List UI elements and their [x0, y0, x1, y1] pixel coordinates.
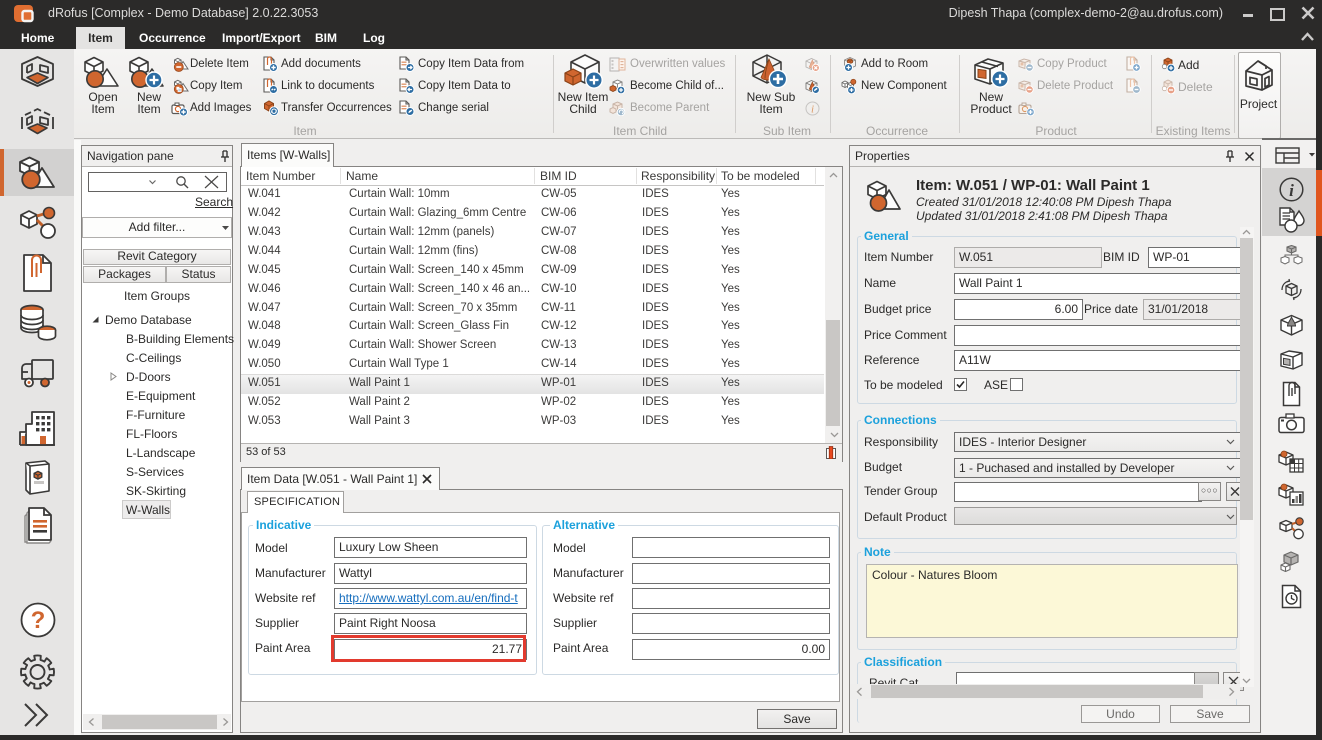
svg-text:i: i	[811, 104, 814, 116]
svg-text:?: ?	[31, 607, 46, 634]
svg-text:i: i	[1289, 181, 1294, 200]
